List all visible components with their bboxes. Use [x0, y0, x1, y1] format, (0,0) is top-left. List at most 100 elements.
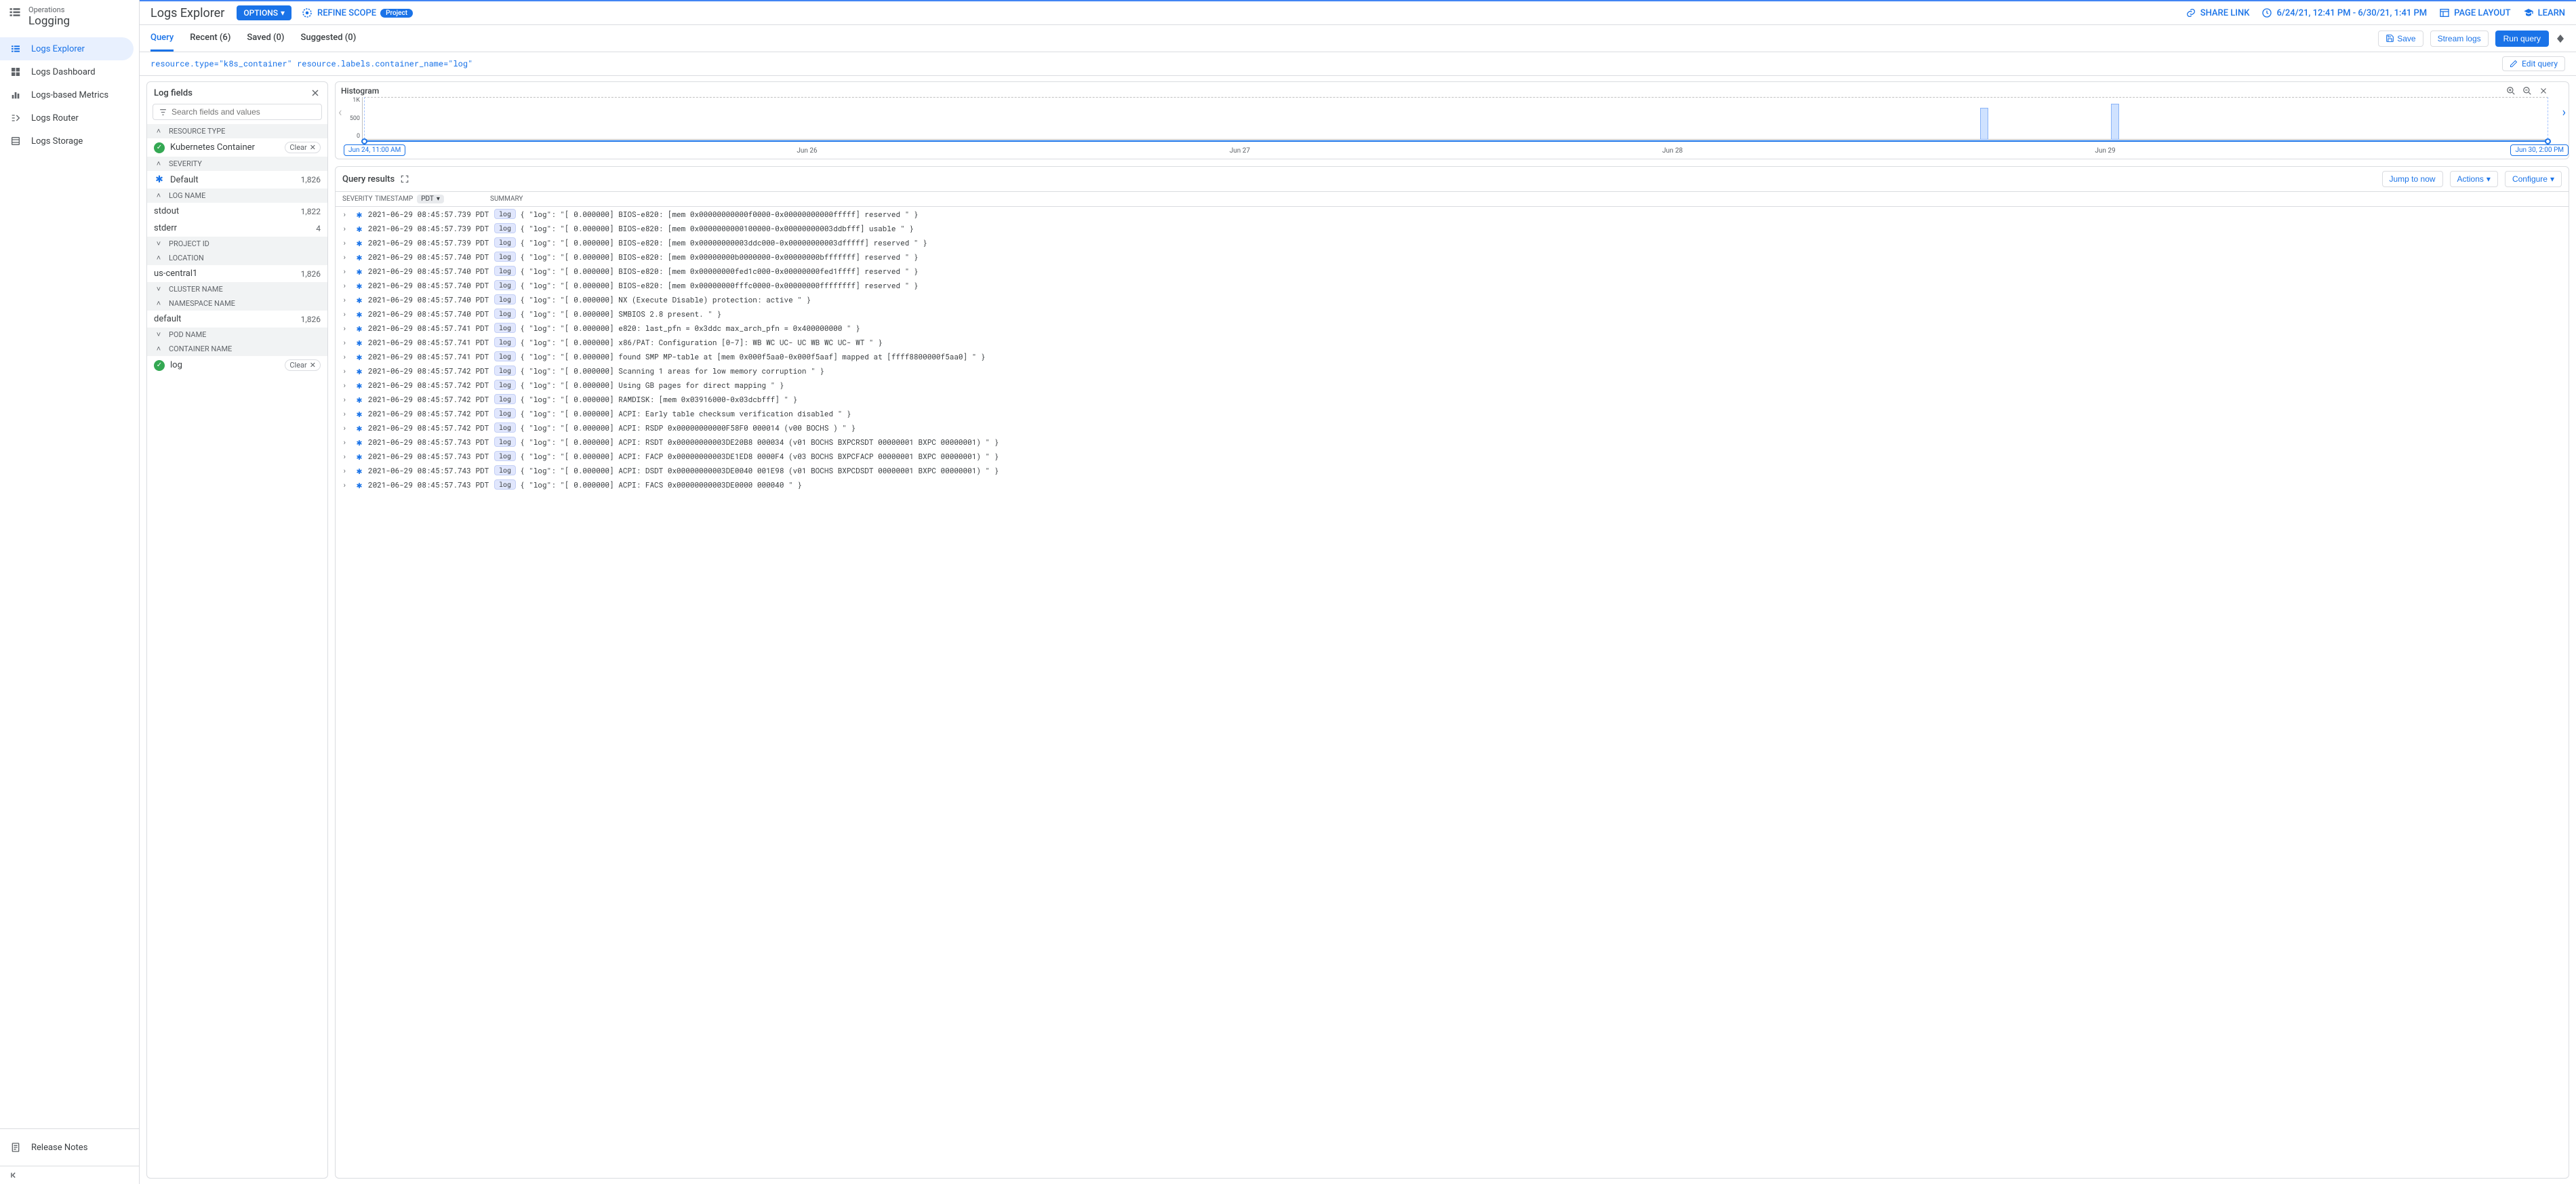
log-name-chip[interactable]: log: [494, 223, 516, 233]
log-name-chip[interactable]: log: [494, 309, 516, 319]
field-group-cluster-name[interactable]: ˅CLUSTER NAME: [147, 282, 327, 296]
log-name-chip[interactable]: log: [494, 209, 516, 219]
log-name-chip[interactable]: log: [494, 451, 516, 461]
field-value[interactable]: us-central11,826: [147, 265, 327, 282]
log-row[interactable]: ›✱2021-06-29 08:45:57.740 PDTlog{ "log":…: [336, 292, 2569, 307]
expand-row-button[interactable]: ›: [342, 266, 350, 276]
close-histogram-button[interactable]: [2539, 86, 2548, 96]
expand-row-button[interactable]: ›: [342, 223, 350, 233]
field-group-project-id[interactable]: ˅PROJECT ID: [147, 237, 327, 251]
expand-row-button[interactable]: ›: [342, 237, 350, 248]
learn-button[interactable]: LEARN: [2523, 7, 2565, 18]
log-row[interactable]: ›✱2021-06-29 08:45:57.743 PDTlog{ "log":…: [336, 435, 2569, 449]
sidebar-item-logs-based-metrics[interactable]: Logs-based Metrics: [0, 83, 139, 106]
log-name-chip[interactable]: log: [494, 266, 516, 276]
zoom-out-icon[interactable]: [2522, 86, 2532, 96]
field-value[interactable]: ✓logClear ✕: [147, 356, 327, 374]
log-row[interactable]: ›✱2021-06-29 08:45:57.740 PDTlog{ "log":…: [336, 250, 2569, 264]
release-notes-link[interactable]: Release Notes: [0, 1136, 139, 1159]
close-log-fields-button[interactable]: [310, 87, 321, 98]
field-group-resource-type[interactable]: ˄RESOURCE TYPE: [147, 124, 327, 138]
tab-suggested[interactable]: Suggested (0): [300, 25, 356, 52]
log-row[interactable]: ›✱2021-06-29 08:45:57.743 PDTlog{ "log":…: [336, 449, 2569, 463]
log-name-chip[interactable]: log: [494, 394, 516, 404]
sidebar-item-logs-explorer[interactable]: Logs Explorer: [0, 37, 134, 60]
tab-query[interactable]: Query: [150, 25, 174, 52]
field-group-namespace-name[interactable]: ˄NAMESPACE NAME: [147, 296, 327, 311]
expand-row-button[interactable]: ›: [342, 309, 350, 319]
field-value[interactable]: ✓Kubernetes ContainerClear ✕: [147, 138, 327, 157]
edit-query-button[interactable]: Edit query: [2502, 56, 2565, 71]
expand-row-button[interactable]: ›: [342, 294, 350, 304]
field-group-log-name[interactable]: ˄LOG NAME: [147, 189, 327, 203]
sidebar-item-logs-dashboard[interactable]: Logs Dashboard: [0, 60, 139, 83]
expand-row-button[interactable]: ›: [342, 252, 350, 262]
options-button[interactable]: OPTIONS ▾: [237, 5, 291, 20]
log-row[interactable]: ›✱2021-06-29 08:45:57.740 PDTlog{ "log":…: [336, 278, 2569, 292]
actions-button[interactable]: Actions▾: [2450, 171, 2498, 187]
search-fields-input-wrap[interactable]: [153, 104, 322, 120]
expand-row-button[interactable]: ›: [342, 394, 350, 404]
stream-logs-button[interactable]: Stream logs: [2430, 31, 2489, 47]
log-row[interactable]: ›✱2021-06-29 08:45:57.742 PDTlog{ "log":…: [336, 420, 2569, 435]
sidebar-item-logs-storage[interactable]: Logs Storage: [0, 130, 139, 153]
histogram-start-handle[interactable]: [361, 138, 367, 144]
page-layout-button[interactable]: PAGE LAYOUT: [2439, 7, 2510, 18]
expand-row-button[interactable]: ›: [342, 337, 350, 347]
field-group-pod-name[interactable]: ˅POD NAME: [147, 328, 327, 342]
log-name-chip[interactable]: log: [494, 408, 516, 418]
histogram-chart[interactable]: [364, 97, 2548, 146]
field-value[interactable]: stdout1,822: [147, 203, 327, 220]
fullscreen-icon[interactable]: [400, 174, 409, 184]
log-name-chip[interactable]: log: [494, 280, 516, 290]
collapse-nav-button[interactable]: [0, 1166, 139, 1184]
log-name-chip[interactable]: log: [494, 252, 516, 262]
expand-row-button[interactable]: ›: [342, 465, 350, 475]
expand-row-button[interactable]: ›: [342, 351, 350, 361]
clear-filter-button[interactable]: Clear ✕: [285, 142, 321, 153]
log-row[interactable]: ›✱2021-06-29 08:45:57.740 PDTlog{ "log":…: [336, 307, 2569, 321]
log-name-chip[interactable]: log: [494, 237, 516, 248]
tab-recent[interactable]: Recent (6): [190, 25, 230, 52]
log-name-chip[interactable]: log: [494, 422, 516, 433]
log-row[interactable]: ›✱2021-06-29 08:45:57.741 PDTlog{ "log":…: [336, 335, 2569, 349]
expand-row-button[interactable]: ›: [342, 422, 350, 433]
log-name-chip[interactable]: log: [494, 351, 516, 361]
field-value[interactable]: default1,826: [147, 311, 327, 328]
search-fields-input[interactable]: [172, 107, 316, 117]
log-row[interactable]: ›✱2021-06-29 08:45:57.739 PDTlog{ "log":…: [336, 221, 2569, 235]
log-row[interactable]: ›✱2021-06-29 08:45:57.740 PDTlog{ "log":…: [336, 264, 2569, 278]
log-name-chip[interactable]: log: [494, 380, 516, 390]
expand-row-button[interactable]: ›: [342, 437, 350, 447]
tab-saved[interactable]: Saved (0): [247, 25, 284, 52]
expand-row-button[interactable]: ›: [342, 451, 350, 461]
histogram-end-handle[interactable]: [2545, 138, 2551, 144]
configure-button[interactable]: Configure▾: [2505, 171, 2562, 187]
log-row[interactable]: ›✱2021-06-29 08:45:57.742 PDTlog{ "log":…: [336, 363, 2569, 378]
expand-row-button[interactable]: ›: [342, 366, 350, 376]
product-icon[interactable]: [8, 5, 22, 19]
timezone-selector[interactable]: PDT▾: [417, 195, 444, 203]
field-value[interactable]: stderr4: [147, 220, 327, 237]
field-value[interactable]: ✱Default1,826: [147, 171, 327, 189]
log-name-chip[interactable]: log: [494, 337, 516, 347]
log-row[interactable]: ›✱2021-06-29 08:45:57.741 PDTlog{ "log":…: [336, 321, 2569, 335]
log-name-chip[interactable]: log: [494, 323, 516, 333]
log-row[interactable]: ›✱2021-06-29 08:45:57.739 PDTlog{ "log":…: [336, 207, 2569, 221]
log-row[interactable]: ›✱2021-06-29 08:45:57.739 PDTlog{ "log":…: [336, 235, 2569, 250]
time-range-picker[interactable]: 6/24/21, 12:41 PM - 6/30/21, 1:41 PM: [2261, 7, 2427, 18]
expand-row-button[interactable]: ›: [342, 408, 350, 418]
expand-row-button[interactable]: ›: [342, 380, 350, 390]
log-name-chip[interactable]: log: [494, 437, 516, 447]
histogram-prev-button[interactable]: ‹: [338, 106, 342, 120]
save-button[interactable]: Save: [2378, 31, 2423, 47]
share-link-button[interactable]: SHARE LINK: [2186, 7, 2250, 18]
log-row[interactable]: ›✱2021-06-29 08:45:57.742 PDTlog{ "log":…: [336, 406, 2569, 420]
expand-row-button[interactable]: ›: [342, 209, 350, 219]
sidebar-item-logs-router[interactable]: Logs Router: [0, 106, 139, 130]
refine-scope-button[interactable]: REFINE SCOPE Project: [301, 7, 413, 19]
field-group-location[interactable]: ˄LOCATION: [147, 251, 327, 265]
log-name-chip[interactable]: log: [494, 465, 516, 475]
run-query-button[interactable]: Run query: [2495, 31, 2549, 47]
histogram-next-button[interactable]: ›: [2562, 106, 2566, 120]
